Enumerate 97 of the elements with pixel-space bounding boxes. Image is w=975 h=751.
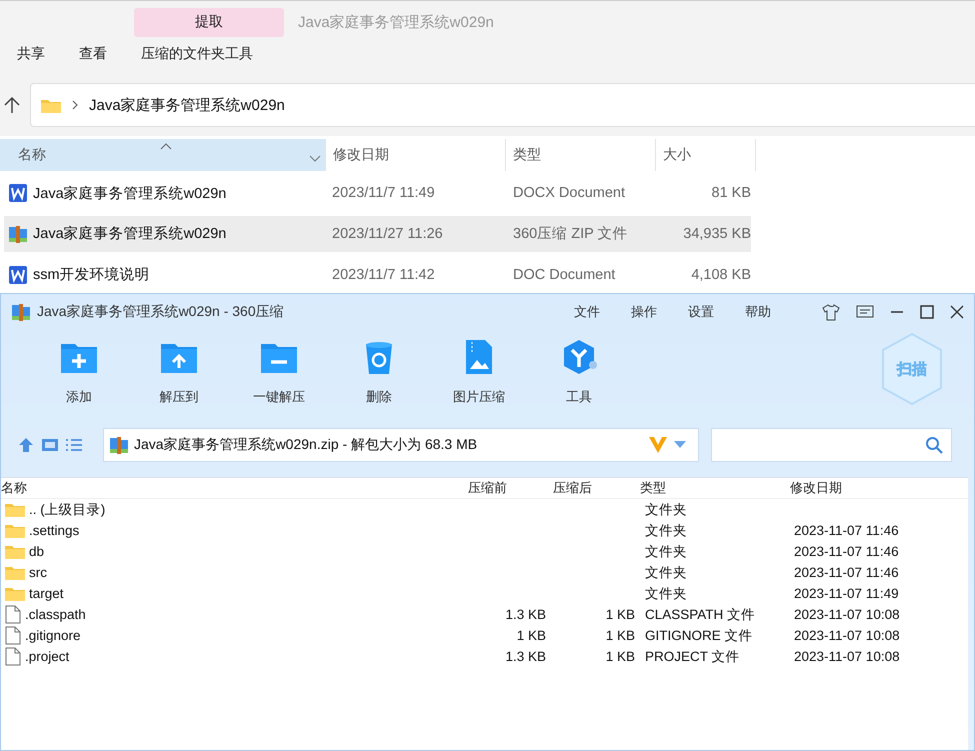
entry-name: .classpath (25, 607, 86, 622)
file-name: Java家庭事务管理系统w029n (33, 184, 226, 203)
entry-name: src (29, 565, 47, 580)
toolbar-button[interactable]: 添加 (29, 338, 129, 406)
list-view-icon (65, 436, 83, 454)
chevron-icon (71, 100, 79, 110)
dropdown-icon (673, 440, 687, 450)
file-name: Java家庭事务管理系统w029n (33, 224, 226, 244)
original-size: 1.3 KB (504, 649, 547, 664)
menu-item[interactable]: 操作 (631, 303, 657, 321)
column-header[interactable]: 压缩后 (551, 479, 638, 497)
thumbnail-view-icon (41, 436, 59, 454)
entry-date: 2023-11-07 11:49 (793, 586, 900, 601)
compressed-size: 1 KB (604, 649, 636, 664)
toolbar-button[interactable]: 一键解压 (229, 338, 329, 406)
file-type: 360压缩 ZIP 文件 (512, 225, 629, 244)
original-size: 1.3 KB (504, 607, 547, 622)
column-header[interactable]: 压缩前 (466, 479, 551, 497)
column-header[interactable]: 修改日期 (788, 479, 938, 497)
entry-type: 文件夹 (644, 542, 688, 560)
compressed-size: 1 KB (604, 628, 636, 643)
column-header[interactable]: 类型 (638, 479, 788, 497)
entry-type: 文件夹 (644, 584, 688, 602)
entry-name: .project (25, 649, 70, 664)
search-icon (925, 436, 943, 454)
entry-date: 2023-11-07 11:46 (793, 544, 900, 559)
file-date: 2023/11/27 11:26 (331, 226, 444, 242)
close-icon (950, 305, 964, 319)
toolbar-button[interactable]: 删除 (329, 338, 429, 406)
toolbar-button[interactable]: 工具 (529, 338, 629, 406)
original-size: 1 KB (516, 628, 547, 643)
folder-icon (5, 502, 25, 517)
ribbon-menu-item[interactable]: 共享 (17, 45, 45, 63)
file-row[interactable]: Java家庭事务管理系统w029n 2023/11/27 11:26 360压缩 ZIP 文件 34,935 KB (4, 216, 751, 252)
file-icon (5, 605, 21, 624)
file-date: 2023/11/7 11:42 (331, 266, 436, 283)
word-document-icon (8, 264, 28, 285)
entry-date: 2023-11-07 10:08 (793, 628, 901, 643)
entry-type: GITIGNORE 文件 (644, 626, 754, 644)
file-name: ssm开发环境说明 (33, 266, 150, 284)
shirt-icon (822, 303, 840, 321)
menu-item[interactable]: 文件 (574, 303, 600, 321)
entry-name: target (29, 586, 64, 601)
entry-date: 2023-11-07 11:46 (793, 565, 900, 580)
ribbon-tab[interactable]: 提取 (134, 8, 284, 36)
entry-name: .. (上级目录) (29, 500, 106, 518)
archive-path-field[interactable]: Java家庭事务管理系统w029n.zip - 解包大小为 68.3 MB (103, 428, 699, 462)
file-row[interactable]: Java家庭事务管理系统w029n 2023/11/7 11:49 DOCX Document 81 KB (4, 174, 751, 212)
column-header[interactable]: 名称 (0, 139, 326, 171)
ribbon-menu-item[interactable]: 查看 (79, 45, 107, 63)
entry-date: 2023-11-07 10:08 (793, 607, 901, 622)
toolbar-button[interactable]: 图片压缩 (429, 338, 529, 406)
sort-caret-icon (160, 142, 172, 150)
file-icon (5, 647, 21, 666)
entry-name: .gitignore (25, 628, 81, 643)
archive-icon (8, 224, 28, 244)
file-row[interactable]: ssm开发环境说明 2023/11/7 11:42 DOC Document 4,108 KB (4, 256, 751, 293)
entry-type: 文件夹 (644, 500, 688, 518)
address-bar[interactable]: Java家庭事务管理系统w029n (30, 83, 975, 127)
dropdown-caret-icon (309, 155, 321, 164)
menu-item[interactable]: 帮助 (745, 303, 771, 321)
entry-date: 2023-11-07 10:08 (793, 649, 901, 664)
word-document-icon (8, 183, 28, 204)
v-logo-icon (648, 435, 668, 455)
entry-type: 文件夹 (644, 564, 688, 582)
file-size: 34,935 KB (682, 226, 751, 242)
compressed-size: 1 KB (604, 607, 636, 622)
entry-name: .settings (29, 523, 80, 538)
folder-icon (5, 523, 25, 538)
file-size: 81 KB (710, 185, 751, 202)
folder-icon (5, 565, 25, 580)
folder-icon (5, 586, 25, 601)
entry-name: db (29, 544, 44, 559)
ribbon-menu-item[interactable]: 压缩的文件夹工具 (141, 45, 253, 63)
up-arrow-icon (4, 96, 20, 114)
file-size: 4,108 KB (690, 266, 751, 283)
file-date: 2023/11/7 11:49 (331, 185, 436, 202)
entry-type: CLASSPATH 文件 (644, 606, 756, 624)
entry-type: PROJECT 文件 (644, 648, 741, 666)
column-header[interactable]: 名称 (1, 479, 466, 497)
menu-item[interactable]: 设置 (688, 303, 714, 321)
archive-icon (11, 302, 31, 322)
toolbar-button[interactable]: 解压到 (129, 338, 229, 406)
window-title: Java家庭事务管理系统w029n (298, 12, 494, 32)
file-type: DOCX Document (512, 185, 626, 202)
search-field[interactable] (711, 428, 952, 462)
folder-icon (41, 98, 61, 112)
up-arrow-icon (17, 436, 35, 454)
entry-type: 文件夹 (644, 522, 688, 540)
archive-icon (109, 435, 129, 455)
path-text: Java家庭事务管理系统w029n (89, 96, 285, 114)
window-title: Java家庭事务管理系统w029n - 360压缩 (37, 303, 285, 321)
entry-date: 2023-11-07 11:46 (793, 523, 900, 538)
folder-icon (5, 544, 25, 559)
maximize-icon (920, 305, 934, 319)
file-icon (5, 626, 21, 645)
file-type: DOC Document (512, 266, 616, 283)
